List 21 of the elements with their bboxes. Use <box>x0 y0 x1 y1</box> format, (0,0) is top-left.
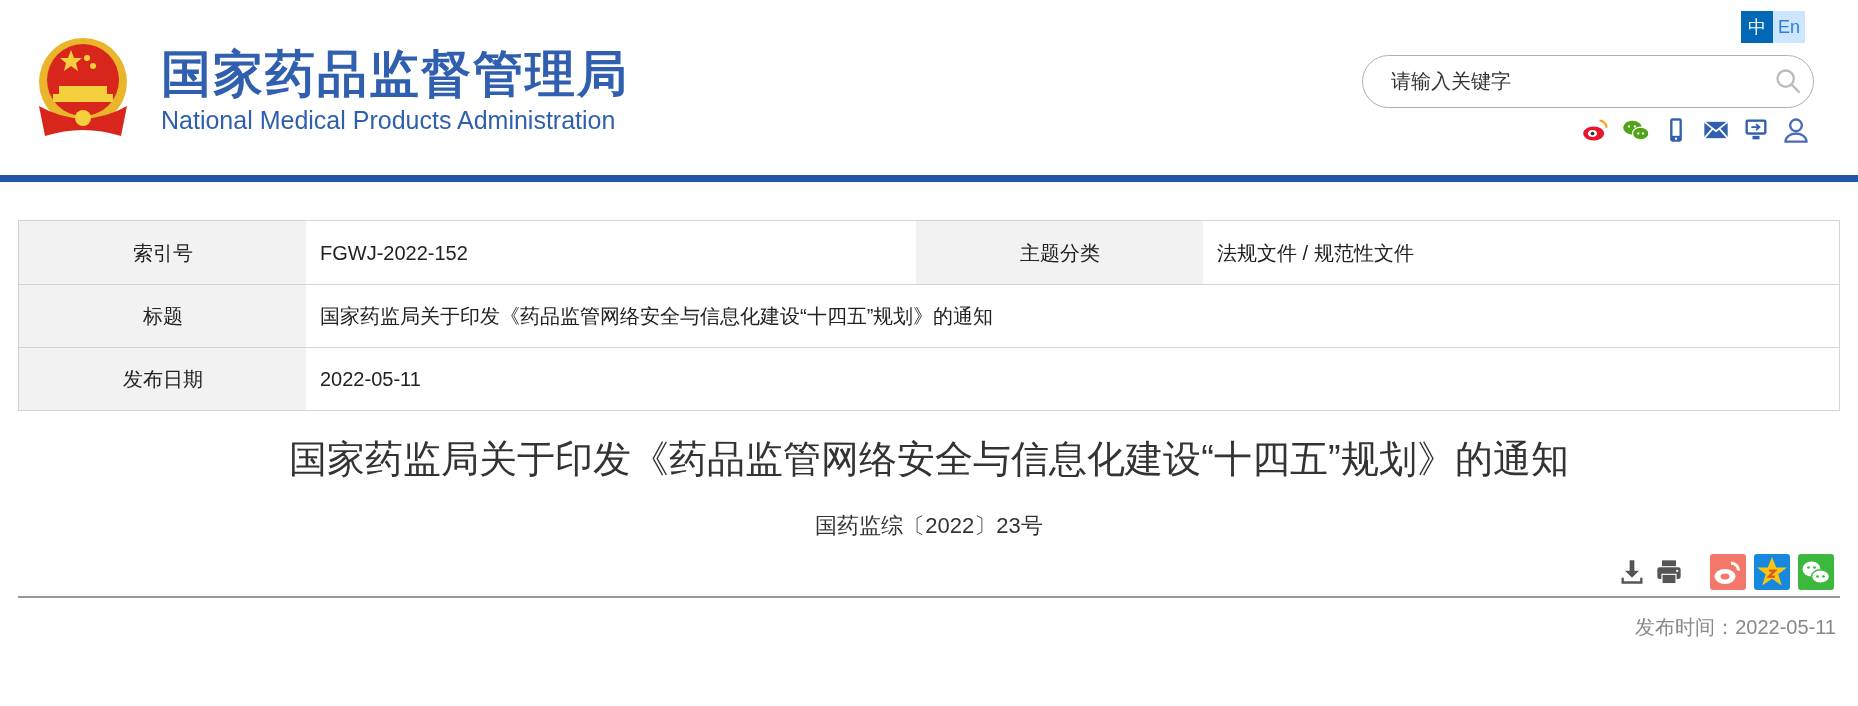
site-subtitle: National Medical Products Administration <box>161 104 617 136</box>
star-share-icon[interactable] <box>1754 554 1790 590</box>
field-value: 法规文件 / 规范性文件 <box>1216 240 1415 266</box>
article-title: 国家药监局关于印发《药品监管网络安全与信息化建设“十四五”规划》的通知 <box>289 437 1569 482</box>
field-value: 国家药监局关于印发《药品监管网络安全与信息化建设“十四五”规划》的通知 <box>319 304 995 329</box>
search-field[interactable]: 请输入关键字 <box>1362 55 1814 108</box>
language-tab[interactable]: En <box>1773 11 1805 43</box>
field-label: 发布日期 <box>19 348 306 410</box>
user-icon[interactable] <box>1782 116 1810 144</box>
language-tab[interactable]: 中 <box>1741 11 1773 43</box>
field-label: 索引号 <box>19 221 306 284</box>
document-number: 国药监综〔2022〕23号 <box>815 512 1043 540</box>
field-value: FGWJ-2022-152 <box>319 240 469 266</box>
weibo-share-icon[interactable] <box>1710 554 1746 590</box>
print-icon[interactable] <box>1654 558 1684 586</box>
publish-time: 发布时间：2022-05-11 <box>1635 615 1836 640</box>
wechat-share-icon[interactable] <box>1798 554 1834 590</box>
site-title: 国家药品监督管理局 <box>161 43 629 104</box>
field-label: 主题分类 <box>916 221 1203 284</box>
field-value: 2022-05-11 <box>319 367 422 392</box>
field-label: 标题 <box>19 285 306 347</box>
